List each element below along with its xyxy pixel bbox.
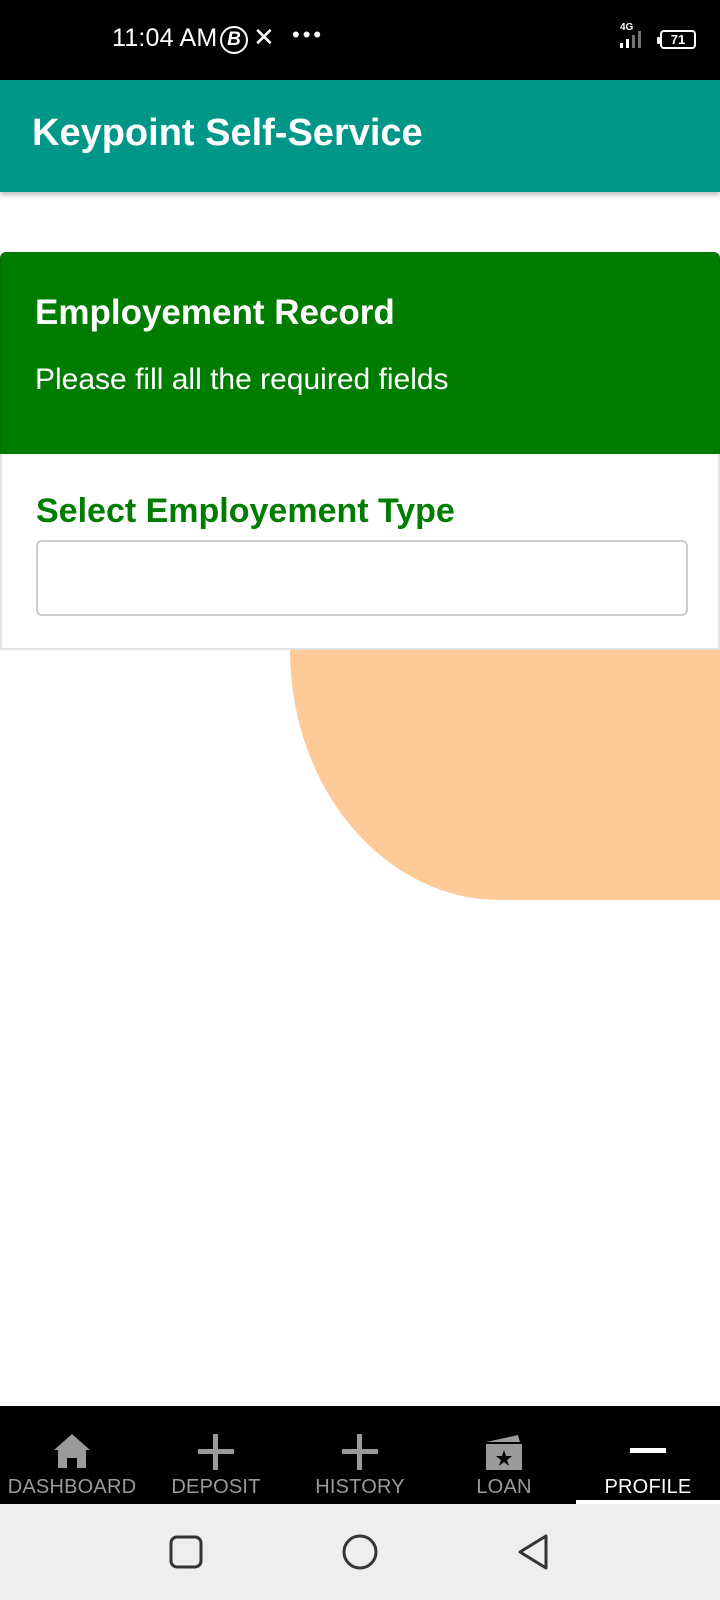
x-icon: ✕ [253, 22, 275, 52]
card-star-icon [486, 1435, 522, 1470]
home-circle-icon[interactable] [340, 1532, 380, 1572]
employment-type-select[interactable] [36, 540, 688, 616]
status-bar: 11:04 AM B ✕ ••• 4G 71 [0, 0, 720, 80]
minus-icon [630, 1448, 666, 1453]
employment-record-card: Employement Record Please fill all the r… [0, 252, 720, 650]
app-title: Keypoint Self-Service [32, 112, 423, 154]
card-subtitle: Please fill all the required fields [35, 363, 449, 396]
nav-label-deposit: DEPOSIT [171, 1476, 261, 1498]
nav-label-loan: LOAN [476, 1476, 532, 1498]
battery-icon: 71 [657, 30, 696, 49]
signal-icon: 4G [618, 22, 648, 52]
card-body: Select Employement Type [0, 454, 720, 650]
nav-item-loan[interactable]: LOAN [432, 1406, 576, 1504]
card-title: Employement Record [35, 293, 395, 332]
employment-type-label: Select Employement Type [36, 492, 455, 530]
b-circle-icon: B [220, 26, 248, 54]
recents-icon[interactable] [166, 1532, 206, 1572]
plus-icon [342, 1434, 378, 1470]
status-time: 11:04 AM [112, 24, 218, 52]
card-header: Employement Record Please fill all the r… [0, 252, 720, 454]
more-dots-icon: ••• [292, 22, 325, 47]
nav-item-profile[interactable]: PROFILE [576, 1406, 720, 1504]
nav-label-history: HISTORY [315, 1476, 405, 1498]
nav-label-dashboard: DASHBOARD [7, 1476, 137, 1498]
network-type-label: 4G [620, 22, 634, 33]
app-bar: Keypoint Self-Service [0, 80, 720, 192]
bottom-nav: DASHBOARD DEPOSIT HISTORY LOAN PROFILE [0, 1406, 720, 1504]
screen: 11:04 AM B ✕ ••• 4G 71 Keypoint Self-Ser… [0, 0, 720, 1600]
plus-icon [198, 1434, 234, 1470]
back-triangle-icon[interactable] [514, 1532, 554, 1572]
battery-level: 71 [670, 32, 686, 47]
nav-label-profile: PROFILE [604, 1476, 692, 1498]
nav-item-history[interactable]: HISTORY [288, 1406, 432, 1504]
nav-item-deposit[interactable]: DEPOSIT [144, 1406, 288, 1504]
system-nav-bar [0, 1504, 720, 1600]
home-icon [54, 1434, 90, 1468]
nav-item-dashboard[interactable]: DASHBOARD [0, 1406, 144, 1504]
